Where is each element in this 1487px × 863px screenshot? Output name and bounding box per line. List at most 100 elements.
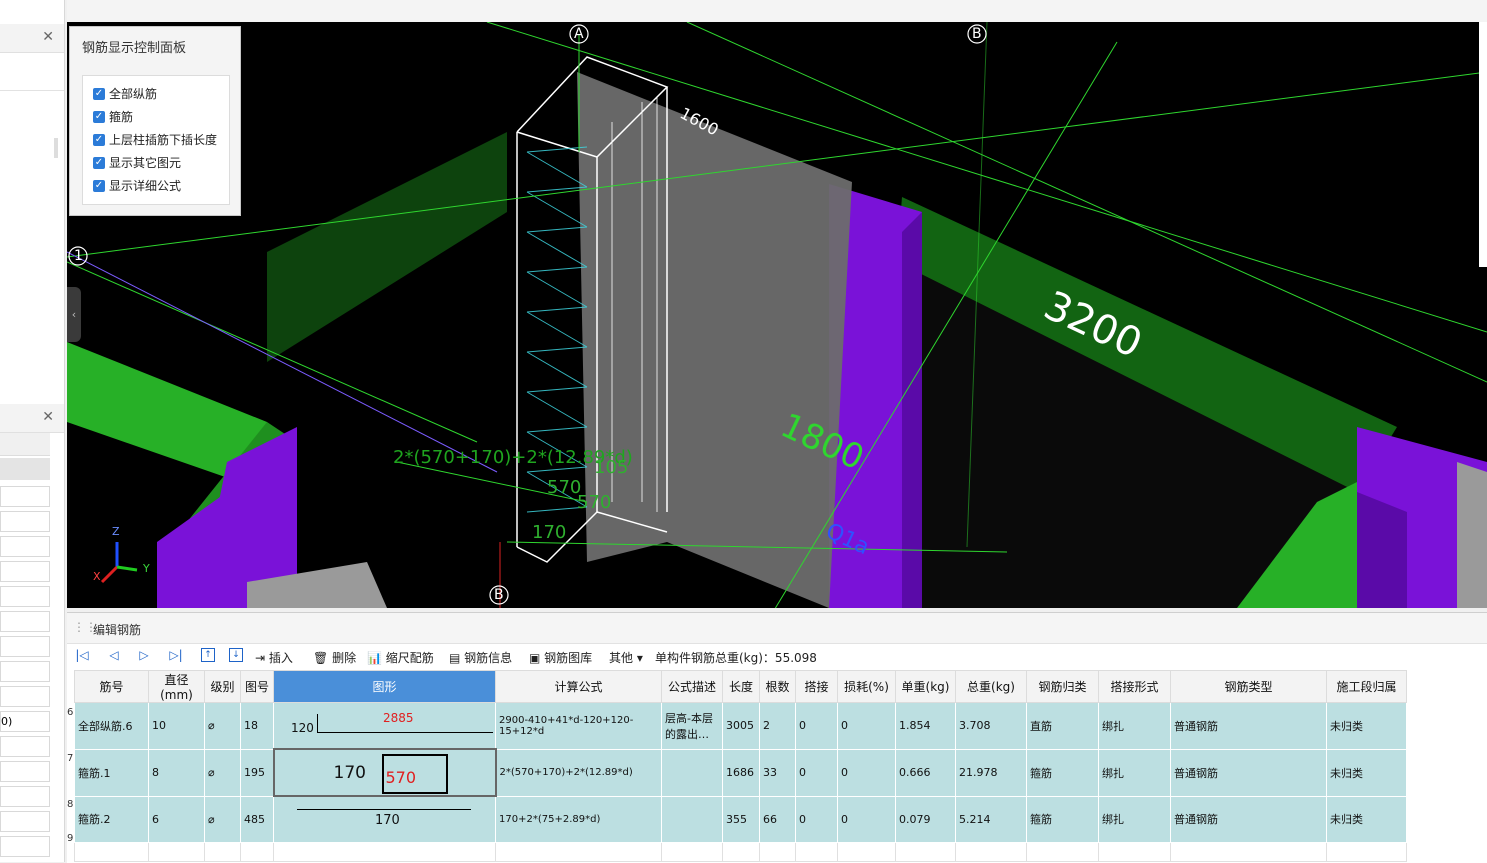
- cell-len[interactable]: 355: [722, 795, 760, 843]
- cell-grade[interactable]: ⌀: [204, 795, 241, 843]
- col-header[interactable]: 长度: [722, 670, 760, 703]
- cell-lap-form[interactable]: 绑扎: [1098, 795, 1171, 843]
- cell-total-weight[interactable]: 21.978: [955, 748, 1027, 797]
- col-header[interactable]: 筋号: [74, 670, 149, 703]
- cell-desc[interactable]: [661, 795, 723, 843]
- col-header[interactable]: 损耗(%): [837, 670, 896, 703]
- option-show-other[interactable]: ✓ 显示其它图元: [93, 154, 181, 171]
- left-field[interactable]: [0, 736, 50, 757]
- delete-button[interactable]: 🗑 删除: [313, 649, 356, 666]
- col-header[interactable]: 搭接形式: [1098, 670, 1171, 703]
- col-header[interactable]: 计算公式: [495, 670, 662, 703]
- cell-lap[interactable]: 0: [795, 702, 838, 750]
- checkbox-checked-icon[interactable]: ✓: [93, 133, 105, 146]
- cell-unit-weight[interactable]: 0.079: [895, 795, 956, 843]
- col-header[interactable]: 钢筋类型: [1170, 670, 1327, 703]
- col-header[interactable]: 根数: [759, 670, 796, 703]
- cell-fig[interactable]: 485: [240, 795, 274, 843]
- left-field[interactable]: [0, 636, 50, 657]
- scale-rebar-button[interactable]: 📊 缩尺配筋: [367, 649, 434, 666]
- table-row-empty[interactable]: [74, 842, 1407, 862]
- left-field[interactable]: [0, 786, 50, 807]
- checkbox-checked-icon[interactable]: ✓: [93, 110, 105, 123]
- left-field[interactable]: [0, 686, 50, 707]
- cell-category[interactable]: 箍筋: [1026, 795, 1099, 843]
- cell-formula[interactable]: 2*(570+170)+2*(12.89*d): [495, 748, 662, 797]
- cell-name[interactable]: 箍筋.1: [74, 748, 149, 797]
- left-field[interactable]: [0, 586, 50, 607]
- col-header-selected[interactable]: 图形: [273, 670, 496, 703]
- cell-count[interactable]: 33: [759, 748, 796, 797]
- cell-len[interactable]: 1686: [722, 748, 760, 797]
- cell-shape-selected[interactable]: 170 570: [272, 748, 497, 797]
- cell-dia[interactable]: 8: [148, 748, 205, 797]
- cell-len[interactable]: 3005: [722, 702, 760, 750]
- cell-grade[interactable]: ⌀: [204, 748, 241, 797]
- col-header[interactable]: 级别: [204, 670, 241, 703]
- cell-loss[interactable]: 0: [837, 702, 896, 750]
- cell-dia[interactable]: 6: [148, 795, 205, 843]
- cell-total-weight[interactable]: 5.214: [955, 795, 1027, 843]
- col-header[interactable]: 单重(kg): [895, 670, 956, 703]
- next-icon[interactable]: ▷: [137, 648, 151, 662]
- other-dropdown[interactable]: 其他 ▾: [609, 649, 643, 666]
- cell-loss[interactable]: 0: [837, 795, 896, 843]
- cell-total-weight[interactable]: 3.708: [955, 702, 1027, 750]
- left-field-value[interactable]: 0): [0, 711, 50, 732]
- cell-count[interactable]: 66: [759, 795, 796, 843]
- left-field[interactable]: [0, 486, 50, 507]
- cell-stage[interactable]: 未归类: [1326, 748, 1407, 797]
- cell-lap[interactable]: 0: [795, 795, 838, 843]
- left-field[interactable]: [0, 661, 50, 682]
- collapse-left-handle[interactable]: ‹: [67, 287, 81, 342]
- insert-button[interactable]: ⇥ 插入: [255, 649, 293, 666]
- left-field[interactable]: [0, 561, 50, 582]
- close-icon[interactable]: ✕: [42, 29, 54, 45]
- rebar-info-button[interactable]: ▤ 钢筋信息: [449, 649, 512, 666]
- left-field[interactable]: [0, 811, 50, 832]
- cell-fig[interactable]: 18: [240, 702, 274, 750]
- col-header[interactable]: 直径(mm): [148, 670, 205, 703]
- left-field[interactable]: [0, 511, 50, 532]
- left-field[interactable]: [0, 761, 50, 782]
- cell-loss[interactable]: 0: [837, 748, 896, 797]
- cell-type[interactable]: 普通钢筋: [1170, 795, 1327, 843]
- left-panel-tab[interactable]: [0, 433, 50, 456]
- move-down-icon[interactable]: ↓: [229, 648, 243, 662]
- cell-lap-form[interactable]: 绑扎: [1098, 748, 1171, 797]
- table-row[interactable]: 箍筋.2 6 ⌀ 485 170 170+2*(75+2.89*d) 355 6…: [74, 795, 1407, 843]
- option-upper-dowel[interactable]: ✓ 上层柱插筋下插长度: [93, 131, 217, 148]
- prev-icon[interactable]: ◁: [107, 648, 121, 662]
- close-icon[interactable]: ✕: [42, 409, 54, 425]
- option-show-formula[interactable]: ✓ 显示详细公式: [93, 177, 181, 194]
- col-header[interactable]: 图号: [240, 670, 274, 703]
- cell-type[interactable]: 普通钢筋: [1170, 748, 1327, 797]
- left-panel-selected-row[interactable]: [0, 458, 50, 480]
- cell-stage[interactable]: 未归类: [1326, 702, 1407, 750]
- checkbox-checked-icon[interactable]: ✓: [93, 179, 105, 192]
- cell-unit-weight[interactable]: 1.854: [895, 702, 956, 750]
- last-icon[interactable]: ▷|: [169, 648, 183, 662]
- col-header[interactable]: 搭接: [795, 670, 838, 703]
- checkbox-checked-icon[interactable]: ✓: [93, 156, 105, 169]
- cell-desc[interactable]: 层高-本层的露出…: [661, 702, 723, 750]
- cell-fig[interactable]: 195: [240, 748, 274, 797]
- col-header[interactable]: 公式描述: [661, 670, 723, 703]
- cell-name[interactable]: 全部纵筋.6: [74, 702, 149, 750]
- rebar-library-button[interactable]: ▣ 钢筋图库: [529, 649, 592, 666]
- cell-dia[interactable]: 10: [148, 702, 205, 750]
- col-header[interactable]: 施工段归属: [1326, 670, 1407, 703]
- option-all-longitudinal[interactable]: ✓ 全部纵筋: [93, 85, 157, 102]
- checkbox-checked-icon[interactable]: ✓: [93, 87, 105, 100]
- left-field[interactable]: [0, 536, 50, 557]
- cell-type[interactable]: 普通钢筋: [1170, 702, 1327, 750]
- option-stirrup[interactable]: ✓ 箍筋: [93, 108, 133, 125]
- cell-grade[interactable]: ⌀: [204, 702, 241, 750]
- cell-name[interactable]: 箍筋.2: [74, 795, 149, 843]
- move-up-icon[interactable]: ↑: [201, 648, 215, 662]
- cell-formula[interactable]: 2900-410+41*d-120+120-15+12*d: [495, 702, 662, 750]
- col-header[interactable]: 总重(kg): [955, 670, 1027, 703]
- cell-category[interactable]: 箍筋: [1026, 748, 1099, 797]
- cell-formula[interactable]: 170+2*(75+2.89*d): [495, 795, 662, 843]
- table-row[interactable]: 箍筋.1 8 ⌀ 195 170 570 2*(570+170)+2*(12.8…: [74, 748, 1407, 797]
